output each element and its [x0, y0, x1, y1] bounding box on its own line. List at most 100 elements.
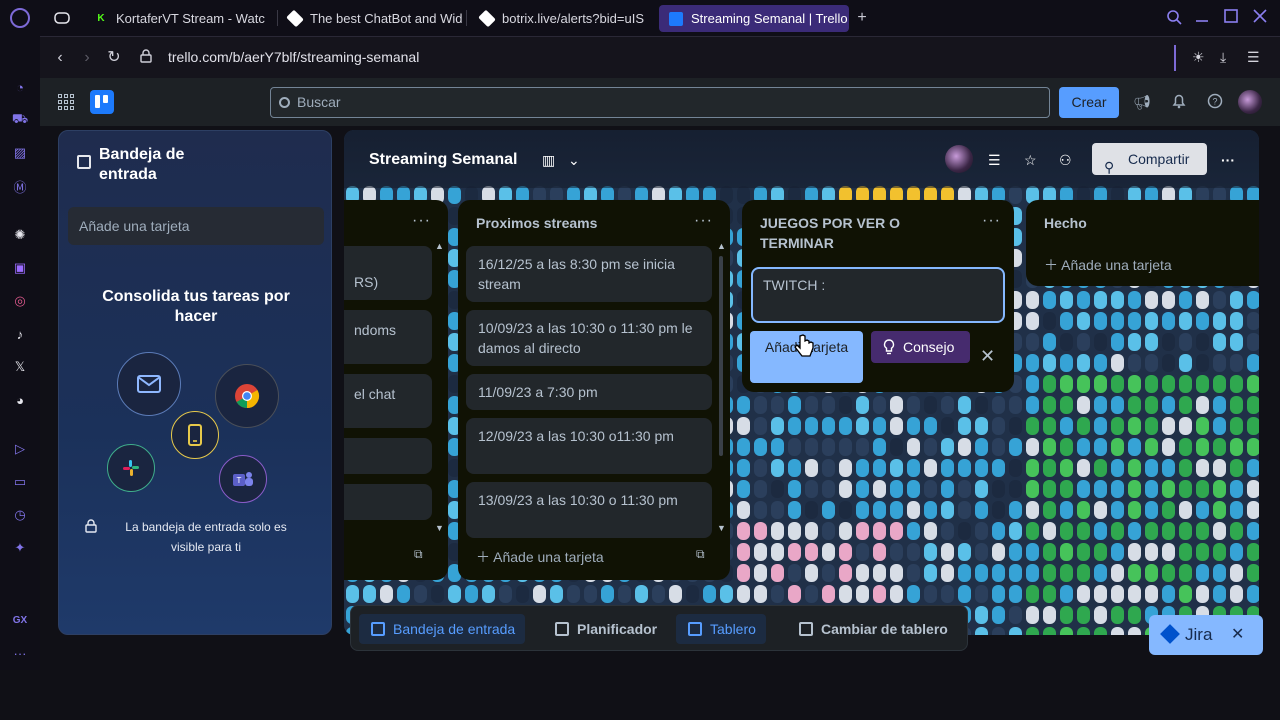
chatgpt-icon[interactable]: ✺	[11, 226, 29, 244]
nav-inbox[interactable]: Bandeja de entrada	[359, 614, 526, 644]
star-icon[interactable]: ☆	[1024, 152, 1037, 169]
history-icon[interactable]: ◷	[11, 506, 29, 524]
speed-dial-icon[interactable]: ◔	[11, 78, 29, 96]
tip-button[interactable]: Consejo	[871, 331, 970, 363]
back-icon[interactable]: ‹	[50, 48, 70, 68]
card[interactable]: 12/09/23 a las 10:30 o11:30 pm	[466, 418, 712, 474]
card[interactable]: RS)	[344, 246, 432, 300]
card[interactable]: 10/09/23 a las 10:30 o 11:30 pm le damos…	[466, 310, 712, 366]
close-window-icon[interactable]	[1253, 9, 1267, 27]
minimize-icon[interactable]	[1195, 9, 1209, 27]
player-icon[interactable]: ▷	[11, 440, 29, 458]
trello-logo-icon[interactable]	[90, 90, 114, 114]
reload-icon[interactable]: ↻	[104, 48, 124, 68]
add-card-button[interactable]: ＋ Añade una tarjeta	[1044, 255, 1172, 275]
tab-search-icon[interactable]	[1166, 9, 1182, 29]
tickets-icon[interactable]: ▭	[11, 473, 29, 491]
more-icon[interactable]: ···	[11, 644, 29, 662]
background-pill	[805, 543, 818, 561]
scroll-down-icon[interactable]: ▼	[435, 523, 444, 533]
search-input[interactable]: Buscar	[270, 87, 1050, 118]
card[interactable]	[344, 438, 432, 474]
svg-text:?: ?	[1212, 97, 1217, 107]
user-avatar[interactable]	[1238, 90, 1262, 114]
tiktok-icon[interactable]: ♪	[11, 325, 29, 343]
twitch-icon[interactable]: ▣	[11, 259, 29, 277]
card[interactable]: 13/09/23 a las 10:30 o 11:30 pm	[466, 482, 712, 538]
list-menu-icon[interactable]: ···	[694, 212, 713, 230]
tab-chatbot[interactable]: The best ChatBot and Wid	[278, 5, 464, 32]
lightbulb-icon[interactable]: ☀	[1192, 49, 1205, 66]
help-icon[interactable]: ?	[1206, 93, 1224, 111]
scroll-up-icon[interactable]: ▲	[435, 241, 444, 251]
cart-icon[interactable]: ⛟	[11, 111, 29, 129]
discord-icon[interactable]: ◕	[11, 391, 29, 409]
card[interactable]: 11/09/23 a 7:30 pm	[466, 374, 712, 410]
list-title[interactable]: Hecho	[1044, 213, 1087, 233]
list-menu-icon[interactable]: ···	[412, 212, 431, 230]
url-field[interactable]: trello.com/b/aerY7blf/streaming-semanal	[168, 49, 419, 65]
card[interactable]: el chat	[344, 374, 432, 428]
background-pill	[1213, 333, 1226, 351]
background-pill	[1026, 354, 1039, 372]
member-avatar[interactable]	[945, 145, 973, 173]
filter-icon[interactable]: ☰	[988, 152, 1001, 169]
download-icon[interactable]: ⤓	[1220, 49, 1226, 66]
background-pill	[941, 564, 954, 582]
board-menu-icon[interactable]: ···	[1221, 152, 1235, 168]
tab-botrix-alerts[interactable]: botrix.live/alerts?bid=uIS	[470, 5, 652, 32]
megaphone-icon[interactable]: 📢︎	[1133, 93, 1151, 111]
maximize-icon[interactable]	[1224, 9, 1238, 27]
gamepad-icon[interactable]	[53, 9, 71, 27]
search-placeholder: Buscar	[297, 94, 341, 110]
list-title[interactable]: Proximos streams	[476, 213, 597, 233]
forward-icon[interactable]: ›	[77, 48, 97, 68]
mail-m-icon[interactable]: Ⓜ	[11, 177, 29, 195]
scroll-down-icon[interactable]: ▼	[717, 523, 726, 533]
board-view-icon[interactable]: ▥	[542, 152, 555, 169]
background-pill	[958, 522, 971, 540]
workspace-visibility-icon[interactable]: ⚇	[1059, 152, 1072, 169]
gx-label[interactable]: GX	[11, 611, 29, 629]
background-pill	[856, 396, 869, 414]
tab-trello[interactable]: Streaming Semanal | Trello	[659, 5, 849, 32]
bell-icon[interactable]	[1170, 93, 1188, 111]
scroll-up-icon[interactable]: ▲	[717, 241, 726, 251]
nav-board[interactable]: Tablero	[676, 614, 766, 644]
background-pill	[1128, 501, 1141, 519]
inbox-add-card-input[interactable]: Añade una tarjeta	[68, 207, 324, 245]
new-tab-button[interactable]: +	[852, 8, 872, 28]
background-pill	[992, 501, 1005, 519]
instagram-icon[interactable]: ◎	[11, 292, 29, 310]
background-pill	[1043, 543, 1056, 561]
nav-planner[interactable]: Planificador	[543, 614, 667, 644]
list-scrollbar[interactable]	[719, 256, 723, 456]
background-pill	[1060, 396, 1073, 414]
template-icon[interactable]: ⧉	[414, 547, 424, 562]
card[interactable]	[344, 484, 432, 520]
add-card-button[interactable]: ＋ Añade una tarjeta	[476, 547, 604, 567]
x-twitter-icon[interactable]: 𝕏	[11, 358, 29, 376]
close-editor-icon[interactable]: ✕	[980, 346, 995, 367]
extensions-icon[interactable]: ✦	[11, 539, 29, 557]
template-icon[interactable]: ⧉	[696, 547, 706, 562]
create-button[interactable]: Crear	[1059, 87, 1119, 118]
tab-kortafer[interactable]: K KortaferVT Stream - Watc	[84, 5, 276, 32]
list-menu-icon[interactable]: ···	[982, 212, 1001, 230]
share-button[interactable]: ⚲ Compartir	[1092, 143, 1207, 175]
background-pill	[822, 417, 835, 435]
card[interactable]: 16/12/25 a las 8:30 pm se inicia stream	[466, 246, 712, 302]
list-title[interactable]: JUEGOS POR VER O TERMINAR	[760, 213, 960, 253]
app-switcher-icon[interactable]	[58, 94, 74, 110]
wallpaper-icon[interactable]: ▨	[11, 144, 29, 162]
nav-switch-board[interactable]: Cambiar de tablero	[787, 614, 958, 644]
opera-logo-icon[interactable]	[10, 8, 30, 28]
new-card-textarea[interactable]: TWITCH :	[751, 267, 1005, 323]
easy-setup-icon[interactable]: ☰	[1247, 49, 1260, 66]
background-pill	[1247, 501, 1259, 519]
board-title[interactable]: Streaming Semanal	[369, 151, 518, 169]
close-icon[interactable]: ✕	[1231, 615, 1244, 655]
jira-button[interactable]: Jira ✕	[1149, 615, 1263, 655]
card[interactable]: ndoms	[344, 310, 432, 364]
chevron-down-icon[interactable]: ⌄	[568, 152, 580, 169]
